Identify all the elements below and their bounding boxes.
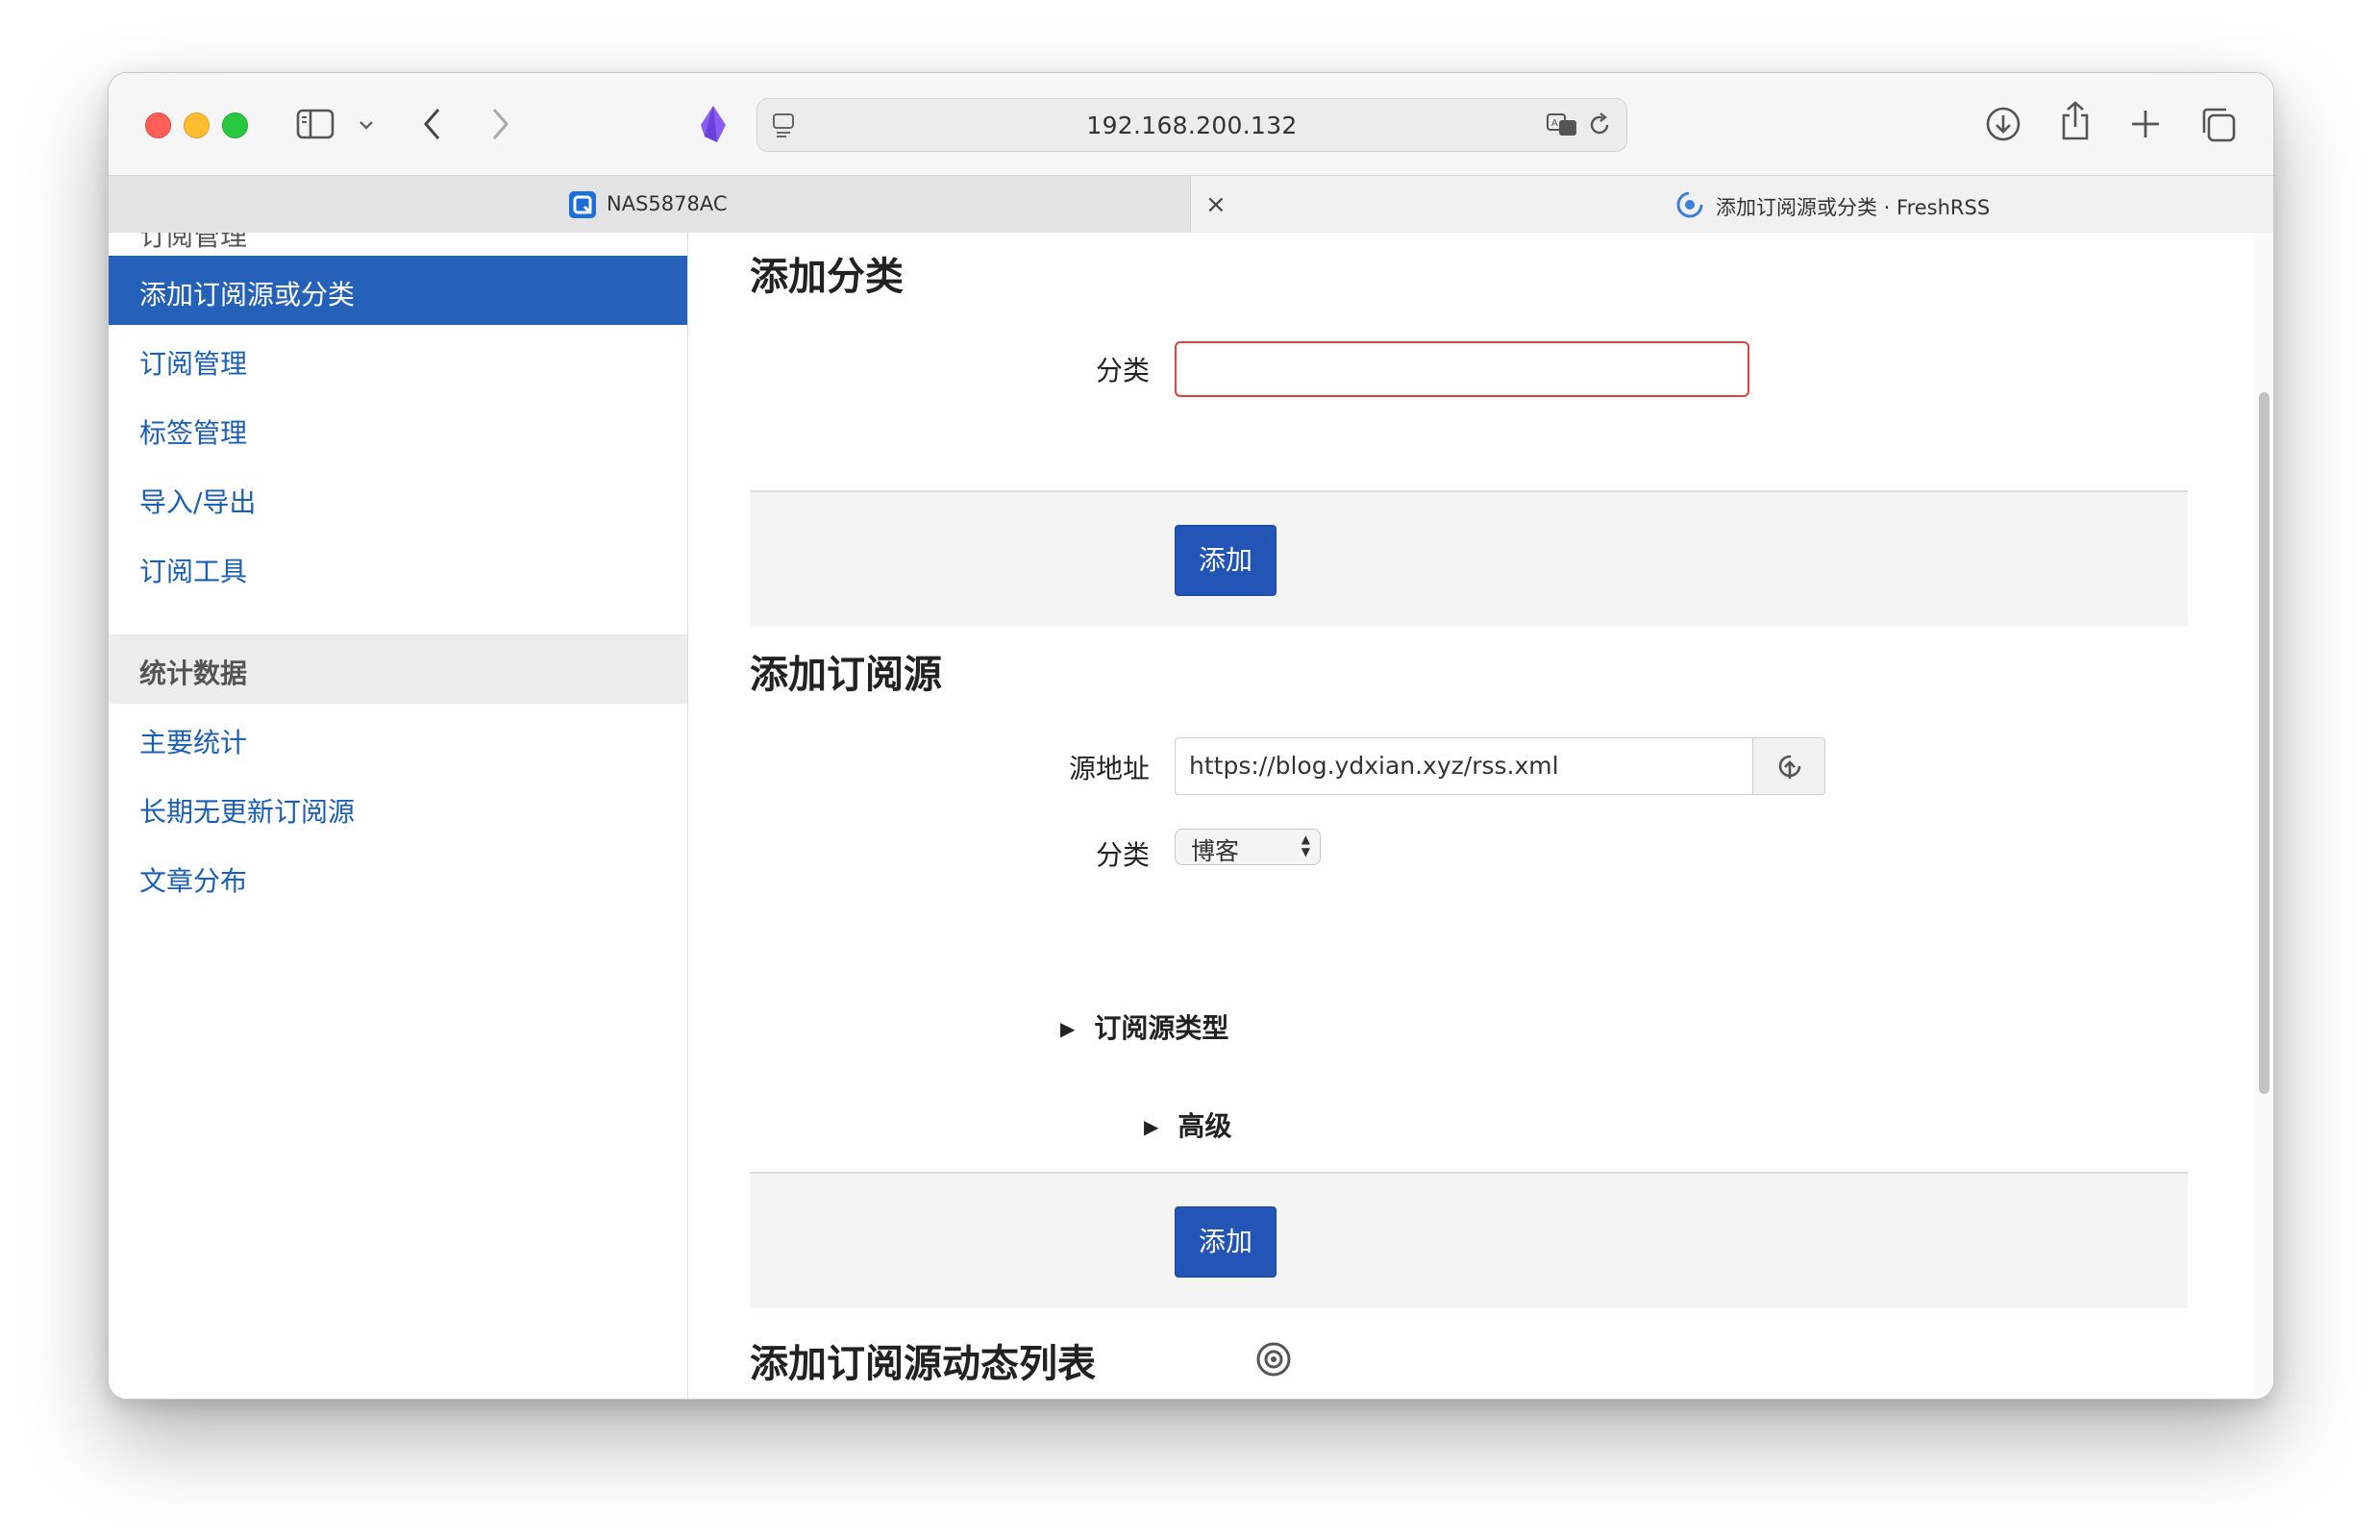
share-icon[interactable] (2058, 100, 2093, 146)
sidebar-item-label: 订阅工具 (139, 556, 248, 587)
scrollbar-thumb[interactable] (2259, 392, 2269, 1094)
feed-category-label: 分类 (1095, 839, 1150, 871)
feed-type-summary[interactable]: ▶ 订阅源类型 (1060, 1007, 1228, 1046)
sidebar-item-main-stats[interactable]: 主要统计 (109, 704, 687, 773)
add-feed-title: 添加订阅源 (750, 653, 942, 697)
sidebar-section-header: 统计数据 (109, 634, 687, 704)
feed-url-action-button[interactable] (1752, 737, 1825, 795)
minimize-window-button[interactable] (184, 112, 210, 138)
tab-bar: NAS5878AC × 添加订阅源或分类 · FreshRSS (109, 175, 2273, 235)
browser-window: 192.168.200.132 A NAS5878AC × 添加订阅源或分类 ·… (108, 72, 2274, 1400)
add-category-title: 添加分类 (750, 255, 904, 299)
feed-url-value: https://blog.ydxian.xyz/rss.xml (1189, 752, 1559, 780)
nas-favicon-icon (568, 190, 597, 223)
feed-category-select[interactable]: 博客 ▲ ▼ (1175, 829, 1321, 865)
sidebar-item-idle-feeds[interactable]: 长期无更新订阅源 (109, 773, 687, 842)
forward-icon[interactable] (488, 106, 511, 146)
add-feed-button[interactable]: 添加 (1175, 1206, 1277, 1278)
add-dynamic-list-title: 添加订阅源动态列表 (750, 1342, 1096, 1386)
sidebar-item-subscription-management[interactable]: 订阅管理 (109, 325, 687, 394)
sidebar-item-article-distribution[interactable]: 文章分布 (109, 842, 687, 911)
reload-icon[interactable] (1586, 112, 1613, 142)
feed-category-value: 博客 (1191, 837, 1240, 865)
sidebar-item-add-feed[interactable]: 添加订阅源或分类 (109, 256, 687, 325)
address-bar[interactable]: 192.168.200.132 A (756, 98, 1627, 152)
feed-url-input[interactable]: https://blog.ydxian.xyz/rss.xml (1175, 737, 1753, 795)
sidebar-item-label: 标签管理 (139, 417, 248, 449)
advanced-summary[interactable]: ▶ 高级 (1144, 1105, 1231, 1144)
close-window-button[interactable] (145, 112, 171, 138)
chevron-down-icon[interactable] (358, 117, 375, 136)
sidebar-item-label: 导入/导出 (139, 486, 257, 518)
add-category-actions: 添加 (750, 490, 2188, 627)
sidebar-item-label: 长期无更新订阅源 (139, 796, 356, 828)
download-icon[interactable] (1985, 106, 2021, 146)
help-icon[interactable] (1255, 1341, 1292, 1381)
category-label: 分类 (1095, 355, 1150, 386)
back-icon[interactable] (421, 106, 444, 146)
sidebar-item-label: 添加订阅源或分类 (139, 279, 356, 310)
feed-url-label: 源地址 (1068, 753, 1150, 784)
rss-check-icon (1776, 754, 1803, 784)
tab-overview-icon[interactable] (2198, 105, 2237, 147)
freshrss-favicon-icon (1675, 190, 1704, 223)
sidebar-section-label: 统计数据 (139, 658, 248, 689)
svg-text:A: A (1551, 118, 1558, 129)
browser-toolbar: 192.168.200.132 A (109, 73, 2273, 175)
select-arrows-icon: ▲ ▼ (1301, 832, 1310, 858)
tab-freshrss[interactable]: 添加订阅源或分类 · FreshRSS (1191, 176, 2273, 234)
sidebar-cutoff-text: 订阅管理 (139, 233, 248, 252)
disclosure-triangle-icon: ▶ (1060, 1017, 1076, 1040)
tab-title: NAS5878AC (607, 192, 728, 215)
translate-icon[interactable]: A (1546, 112, 1580, 142)
sidebar-toggle-icon[interactable] (296, 108, 335, 144)
sidebar-item-import-export[interactable]: 导入/导出 (109, 463, 687, 533)
sidebar: 订阅管理 添加订阅源或分类 订阅管理 标签管理 导入/导出 订阅工具 统计数据 … (109, 233, 688, 1399)
category-input[interactable] (1175, 341, 1749, 397)
disclosure-triangle-icon: ▶ (1144, 1115, 1159, 1138)
main-content: 添加分类 分类 添加 添加订阅源 源地址 https://blog.ydxian… (688, 233, 2273, 1399)
sidebar-item-tag-management[interactable]: 标签管理 (109, 394, 687, 463)
sidebar-item-label: 文章分布 (139, 865, 248, 897)
address-text: 192.168.200.132 (1086, 112, 1298, 139)
add-category-button[interactable]: 添加 (1175, 525, 1277, 596)
tab-nas[interactable]: NAS5878AC (109, 176, 1191, 234)
maximize-window-button[interactable] (222, 112, 248, 138)
sidebar-item-subscription-tools[interactable]: 订阅工具 (109, 533, 687, 602)
sidebar-item-label: 订阅管理 (139, 348, 248, 380)
extension-icon[interactable] (697, 104, 730, 148)
sidebar-item-label: 主要统计 (139, 727, 248, 758)
tab-title: 添加订阅源或分类 · FreshRSS (1716, 196, 1991, 219)
add-feed-actions: 添加 (750, 1172, 2188, 1308)
new-tab-icon[interactable] (2129, 108, 2162, 144)
